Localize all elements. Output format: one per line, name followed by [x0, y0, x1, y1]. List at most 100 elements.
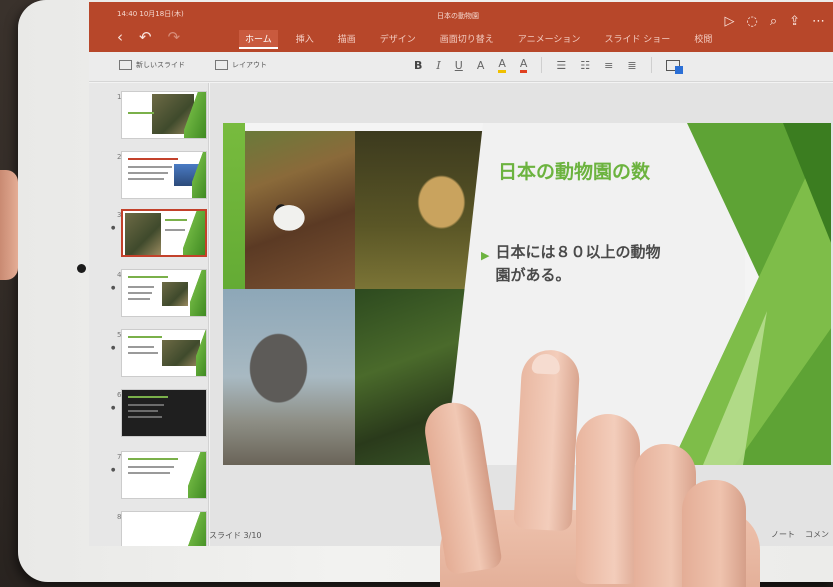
thumbnail-row[interactable]: 3 ● — [89, 207, 209, 257]
notes-button[interactable]: ノート — [771, 529, 795, 540]
slide-thumbnail[interactable] — [121, 151, 207, 199]
left-hand-edge — [0, 170, 18, 280]
lightbulb-icon[interactable]: ◌ — [746, 14, 757, 29]
new-slide-button[interactable]: 新しいスライド — [119, 60, 185, 70]
thumbnail-text-line — [128, 166, 172, 168]
format-controls: B I U A A A ☰ ☷ ≡ ≣ — [414, 57, 683, 74]
slide-thumbnail[interactable] — [121, 451, 207, 499]
bold-button[interactable]: B — [414, 59, 422, 72]
font-color-button[interactable]: A — [519, 57, 528, 73]
redo-icon[interactable]: ↷ — [168, 28, 181, 46]
undo-icon[interactable]: ↶ — [139, 28, 152, 46]
thumbnail-title-line — [128, 396, 168, 398]
thumbnail-marker: ● — [111, 345, 116, 351]
thumbnail-text-line — [128, 178, 164, 180]
title-bar: 14:40 10月18日(木) 日本の動物園 ‹ ↶ ↷ ホーム 挿入 描画 デ… — [89, 2, 833, 52]
thumbnail-green-strip — [188, 452, 206, 498]
thumbnail-text-line — [128, 298, 150, 300]
tab-review[interactable]: 校閲 — [688, 30, 718, 49]
thumbnail-row[interactable]: 6 ● — [89, 387, 209, 437]
align-icon[interactable]: ≣ — [627, 59, 636, 72]
thumbnail-photo — [125, 213, 161, 255]
search-icon[interactable]: ⌕ — [770, 14, 777, 29]
tab-home[interactable]: ホーム — [239, 30, 278, 49]
thumbnail-green-strip — [196, 330, 206, 376]
thumbnail-row[interactable]: 5 ● — [89, 327, 209, 377]
thumbnail-row[interactable]: 4 ● — [89, 267, 209, 317]
thumbnail-title-line — [128, 158, 178, 160]
slide-counter: スライド 3/10 — [209, 531, 262, 540]
thumbnail-green-strip — [188, 512, 206, 546]
numbering-icon[interactable]: ☷ — [580, 59, 590, 72]
bullet-text: 日本には８０以上の動物園がある。 — [495, 243, 661, 284]
slide-thumbnail-dark[interactable] — [121, 389, 207, 437]
comments-button[interactable]: コメン — [805, 529, 829, 540]
italic-button[interactable]: I — [436, 59, 440, 72]
share-icon[interactable]: ⇪ — [789, 14, 800, 29]
home-toolbar: 新しいスライド レイアウト B I U A A A ☰ ☷ ≡ ≣ — [89, 52, 833, 82]
tab-animations[interactable]: アニメーション — [512, 30, 587, 49]
thumbnail-green-strip — [192, 152, 206, 198]
tab-insert[interactable]: 挿入 — [290, 30, 320, 49]
layout-button[interactable]: レイアウト — [215, 60, 267, 70]
shapes-icon[interactable] — [665, 59, 683, 74]
thumbnail-green-strip — [190, 270, 206, 316]
slide-thumbnail[interactable] — [121, 329, 207, 377]
more-icon[interactable]: ⋯ — [812, 14, 825, 29]
thumbnail-marker: ● — [111, 467, 116, 473]
toolbar-divider — [541, 57, 543, 73]
thumbnail-text-line — [165, 229, 185, 231]
thumbnail-text-line — [128, 286, 154, 288]
font-size-button[interactable]: A — [477, 59, 485, 72]
thumbnail-text-line — [128, 352, 158, 354]
bullets-icon[interactable]: ☰ — [556, 59, 566, 72]
play-icon[interactable]: ▷ — [724, 14, 734, 29]
ribbon-tabs: ホーム 挿入 描画 デザイン 画面切り替え アニメーション スライド ショー 校… — [239, 30, 718, 49]
ribbon-right-icons: ▷ ◌ ⌕ ⇪ ⋯ — [724, 14, 825, 29]
tab-transitions[interactable]: 画面切り替え — [434, 30, 500, 49]
layout-icon — [215, 60, 228, 70]
thumbnail-green-strip — [184, 92, 206, 138]
status-time: 14:40 10月18日(木) — [117, 10, 184, 18]
index-finger — [513, 348, 581, 532]
thumbnail-marker: ● — [111, 225, 116, 231]
underline-button[interactable]: U — [455, 59, 463, 72]
thumbnail-text-line — [128, 172, 168, 174]
hand-finger — [682, 480, 746, 587]
tab-design[interactable]: デザイン — [374, 30, 422, 49]
chevron-left-icon[interactable]: ‹ — [117, 28, 123, 46]
new-slide-label: 新しいスライド — [136, 61, 185, 69]
thumbnail-photo — [162, 282, 188, 306]
thumbnail-text-line — [128, 472, 170, 474]
new-slide-icon — [119, 60, 132, 70]
elephant-photo — [223, 289, 355, 465]
slide-thumbnail[interactable] — [121, 269, 207, 317]
panda-photo — [245, 131, 355, 289]
slide-thumbnail-selected[interactable] — [121, 209, 207, 257]
thumbnail-text-line — [128, 416, 162, 418]
thumbnail-green-strip — [183, 211, 205, 255]
slide-thumbnail[interactable] — [121, 91, 207, 139]
thumbnail-marker: ● — [111, 405, 116, 411]
slide-bullet[interactable]: ▶ 日本には８０以上の動物園がある。 — [481, 241, 671, 287]
highlight-button[interactable]: A — [498, 57, 506, 73]
thumbnail-marker: ● — [111, 285, 116, 291]
toolbar-divider — [650, 57, 652, 73]
tab-draw[interactable]: 描画 — [332, 30, 362, 49]
slide-thumbnail[interactable] — [121, 511, 207, 546]
thumbnail-row[interactable]: 8 — [89, 509, 209, 546]
bullet-arrow-icon: ▶ — [481, 249, 490, 262]
tab-slideshow[interactable]: スライド ショー — [598, 30, 676, 49]
thumbnail-text-line — [128, 466, 174, 468]
notes-comments-bar: ノート コメン — [771, 529, 829, 540]
thumbnail-row[interactable]: 7 ● — [89, 449, 209, 499]
thumbnail-photo — [162, 340, 200, 366]
thumbnail-row[interactable]: 2 — [89, 149, 209, 199]
indent-icon[interactable]: ≡ — [604, 59, 613, 72]
slide-thumbnails-pane: 1 2 3 ● 4 ● 5 ● 6 ● 7 ● 8 — [89, 83, 209, 546]
thumbnail-title-line — [128, 458, 178, 460]
slide-title[interactable]: 日本の動物園の数 — [498, 157, 673, 187]
hand-finger — [421, 398, 503, 576]
hand-finger — [576, 414, 640, 584]
thumbnail-row[interactable]: 1 — [89, 89, 209, 139]
